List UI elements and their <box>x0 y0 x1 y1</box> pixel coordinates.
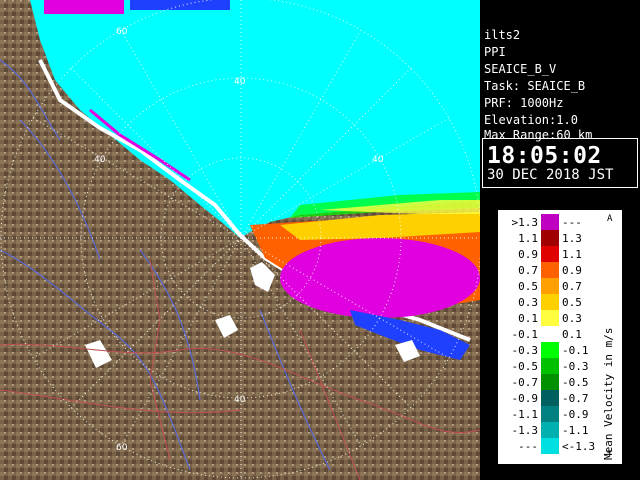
legend-row: 1.1 1.3 <box>498 230 608 246</box>
legend-row-upper: 0.7 <box>562 280 582 293</box>
legend-row-upper: 1.1 <box>562 248 582 261</box>
legend-swatch <box>541 230 559 246</box>
legend-row-upper: -0.5 <box>562 376 589 389</box>
legend-row-lower: -0.3 <box>511 344 539 357</box>
legend-row-upper: 0.3 <box>562 312 582 325</box>
scan-time: 18:05:02 <box>487 143 602 169</box>
legend-swatch <box>541 326 559 342</box>
legend-row: 0.3 0.5 <box>498 294 608 310</box>
legend-row-lower: 0.9 <box>518 248 538 261</box>
legend-row-upper: -0.7 <box>562 392 589 405</box>
legend-row: -0.1 0.1 <box>498 326 608 342</box>
legend-row-lower: 0.5 <box>518 280 538 293</box>
legend-swatch <box>541 214 559 230</box>
high-velocity-core <box>280 238 480 318</box>
range-label-40-s: 40 <box>234 395 246 405</box>
legend-row: -0.3 -0.1 <box>498 342 608 358</box>
legend-row-lower: >1.3 <box>511 216 539 229</box>
range-label-60-sw: 60 <box>116 443 128 453</box>
legend-row-lower: 0.3 <box>518 296 538 309</box>
legend-row: 0.1 0.3 <box>498 310 608 326</box>
legend-row-lower: -0.5 <box>511 360 539 373</box>
legend-row-lower: -1.3 <box>511 424 539 437</box>
legend-row: --- <-1.3 <box>498 438 608 454</box>
range-label-60-nw: 60 <box>116 27 128 37</box>
legend-swatch <box>541 262 559 278</box>
legend-row: 0.5 0.7 <box>498 278 608 294</box>
elevation-value: Elevation:1.0 <box>484 113 578 127</box>
timestamp-box: 18:05:02 30 DEC 2018 JST <box>482 138 638 188</box>
prf-value: PRF: 1000Hz <box>484 96 564 110</box>
legend-row-upper: -0.3 <box>562 360 589 373</box>
legend-swatch <box>541 422 559 438</box>
legend-swatch <box>541 406 559 422</box>
legend-swatch <box>541 278 559 294</box>
legend-row: -1.3 -1.1 <box>498 422 608 438</box>
legend-top-marker: A <box>607 214 613 224</box>
task-line: Task: SEAICE_B <box>484 79 585 93</box>
legend-row-lower: -0.1 <box>511 328 539 341</box>
legend-swatch <box>541 246 559 262</box>
task-label: Task: <box>484 79 521 93</box>
legend-swatch <box>541 358 559 374</box>
scan-date: 30 DEC 2018 JST <box>487 167 614 183</box>
product-name: SEAICE_B_V <box>484 62 557 76</box>
legend-row: >1.3 --- <box>498 214 608 230</box>
scan-mode: PPI <box>484 45 506 59</box>
legend-swatch <box>541 310 559 326</box>
legend-row: 0.7 0.9 <box>498 262 608 278</box>
legend-row-lower: -0.7 <box>511 376 539 389</box>
legend-title: Mean Velocity in m/s <box>602 327 615 460</box>
site-name: ilts2 <box>484 28 521 42</box>
legend-swatch <box>541 374 559 390</box>
legend-row-upper: 1.3 <box>562 232 582 245</box>
legend-row-lower: 0.1 <box>518 312 538 325</box>
legend-swatch <box>541 438 559 454</box>
legend-row-lower: 1.1 <box>518 232 538 245</box>
top-strip-echo <box>44 0 124 14</box>
legend-row-upper: 0.5 <box>562 296 582 309</box>
legend-row-upper: -0.1 <box>562 344 589 357</box>
radar-ppi-map: 60 40 40 40 40 60 <box>0 0 480 480</box>
legend-row-lower: -1.1 <box>511 408 539 421</box>
legend-row-upper: -0.9 <box>562 408 589 421</box>
legend-row-lower: 0.7 <box>518 264 538 277</box>
legend-row-upper: 0.1 <box>562 328 582 341</box>
legend-row: -0.9 -0.7 <box>498 390 608 406</box>
velocity-legend: >1.3 --- 1.1 1.3 0.9 1.1 0.7 0.9 0.5 0.7 0.3 0.5 0.1… <box>498 210 622 464</box>
range-label-40-w: 40 <box>94 155 106 165</box>
legend-swatch <box>541 390 559 406</box>
legend-row-upper: -1.1 <box>562 424 589 437</box>
legend-row: -0.7 -0.5 <box>498 374 608 390</box>
legend-swatch <box>541 342 559 358</box>
legend-row-upper: 0.9 <box>562 264 582 277</box>
legend-row: -1.1 -0.9 <box>498 406 608 422</box>
legend-row-upper: <-1.3 <box>562 440 596 453</box>
legend-swatch <box>541 294 559 310</box>
range-label-40-n: 40 <box>234 77 246 87</box>
range-label-40-e: 40 <box>372 155 384 165</box>
legend-row-lower: -0.9 <box>511 392 539 405</box>
legend-row: 0.9 1.1 <box>498 246 608 262</box>
task-value: SEAICE_B <box>527 79 586 93</box>
legend-row-upper: --- <box>562 216 582 229</box>
legend-row-lower: --- <box>518 440 538 453</box>
legend-row: -0.5 -0.3 <box>498 358 608 374</box>
